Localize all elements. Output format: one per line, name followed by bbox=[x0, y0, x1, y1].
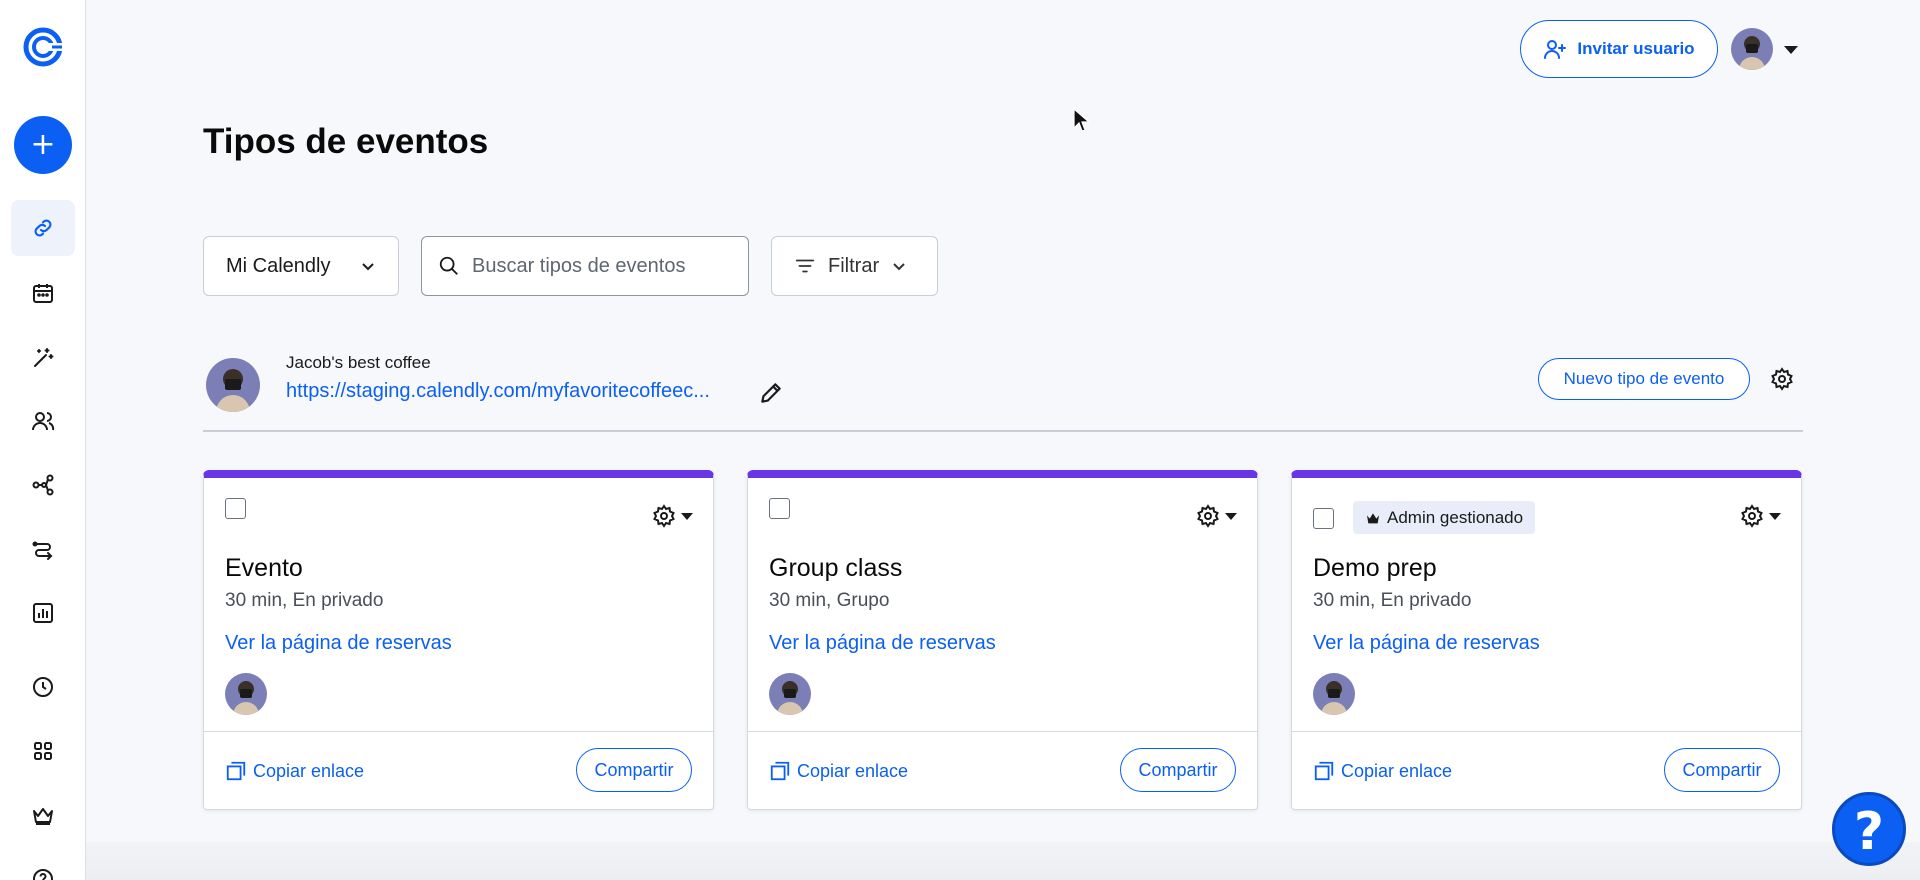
sidebar: + bbox=[0, 0, 86, 880]
gear-icon[interactable] bbox=[1740, 504, 1764, 528]
card-title: Demo prep bbox=[1313, 554, 1437, 582]
account-menu-caret-icon[interactable] bbox=[1784, 46, 1798, 54]
sidebar-item-help[interactable] bbox=[11, 851, 75, 880]
bottom-fade bbox=[86, 842, 1920, 880]
card-title: Group class bbox=[769, 554, 903, 582]
card-checkbox[interactable] bbox=[1313, 508, 1334, 529]
card-footer-divider bbox=[204, 731, 713, 732]
copy-link-button[interactable]: Copiar enlace bbox=[225, 760, 364, 782]
filter-icon bbox=[795, 259, 815, 273]
gear-icon[interactable] bbox=[652, 504, 676, 528]
copy-link-label: Copiar enlace bbox=[797, 760, 909, 781]
view-booking-page-link[interactable]: Ver la página de reservas bbox=[225, 632, 452, 655]
copy-link-button[interactable]: Copiar enlace bbox=[1313, 760, 1452, 782]
crown-icon bbox=[33, 808, 53, 825]
view-booking-page-link[interactable]: Ver la página de reservas bbox=[1313, 632, 1540, 655]
profile-name: Jacob's best coffee bbox=[286, 353, 431, 372]
avatar-photo-icon bbox=[206, 358, 260, 412]
share-button[interactable]: Compartir bbox=[576, 748, 692, 792]
profile-link[interactable]: https://staging.calendly.com/myfavoritec… bbox=[286, 380, 710, 403]
badge-label: Admin gestionado bbox=[1387, 507, 1524, 527]
event-type-card[interactable]: Admin gestionado Demo prep 30 min, En pr… bbox=[1291, 470, 1802, 810]
search-icon bbox=[439, 256, 458, 275]
search-input[interactable] bbox=[472, 254, 712, 278]
link-icon bbox=[34, 219, 52, 237]
invite-user-button[interactable]: Invitar usuario bbox=[1520, 20, 1718, 78]
gear-icon[interactable] bbox=[1196, 504, 1220, 528]
crown-icon bbox=[1367, 512, 1379, 523]
invite-user-label: Invitar usuario bbox=[1577, 39, 1695, 58]
sidebar-item-analytics[interactable] bbox=[11, 585, 75, 641]
event-type-card[interactable]: Evento 30 min, En privado Ver la página … bbox=[203, 470, 714, 810]
sidebar-item-meetings[interactable] bbox=[11, 265, 75, 321]
copy-link-button[interactable]: Copiar enlace bbox=[769, 760, 908, 782]
avatar-photo-icon bbox=[1313, 673, 1355, 715]
avatar-photo-icon bbox=[769, 673, 811, 715]
avatar-photo-icon bbox=[225, 673, 267, 715]
card-meta: 30 min, En privado bbox=[225, 590, 384, 611]
card-meta: 30 min, En privado bbox=[1313, 590, 1472, 611]
sidebar-item-ai[interactable] bbox=[11, 330, 75, 386]
caret-down-icon[interactable] bbox=[1225, 513, 1237, 520]
gear-icon[interactable] bbox=[1770, 367, 1794, 391]
host-avatar bbox=[225, 673, 267, 715]
card-footer-divider bbox=[748, 731, 1257, 732]
profile-avatar bbox=[206, 358, 260, 412]
magic-wand-icon bbox=[34, 348, 54, 367]
card-title: Evento bbox=[225, 554, 303, 582]
copy-icon bbox=[770, 761, 790, 781]
sidebar-item-routing[interactable] bbox=[11, 521, 75, 577]
routing-icon bbox=[32, 541, 53, 560]
workflow-icon bbox=[32, 474, 54, 496]
new-event-type-button[interactable]: Nuevo tipo de evento bbox=[1538, 358, 1750, 400]
share-button[interactable]: Compartir bbox=[1664, 748, 1780, 792]
admin-managed-badge: Admin gestionado bbox=[1353, 501, 1536, 534]
copy-link-label: Copiar enlace bbox=[1341, 760, 1453, 781]
card-checkbox[interactable] bbox=[225, 498, 246, 519]
sidebar-item-event-types[interactable] bbox=[11, 200, 75, 256]
sidebar-item-workflows[interactable] bbox=[11, 457, 75, 513]
caret-down-icon[interactable] bbox=[681, 513, 693, 520]
help-button[interactable]: ? bbox=[1832, 792, 1906, 866]
copy-link-label: Copiar enlace bbox=[253, 760, 365, 781]
analytics-icon bbox=[33, 603, 53, 623]
share-button[interactable]: Compartir bbox=[1120, 748, 1236, 792]
avatar-photo-icon bbox=[1731, 28, 1773, 70]
section-divider bbox=[203, 430, 1803, 432]
filter-label: Filtrar bbox=[828, 254, 880, 277]
card-checkbox[interactable] bbox=[769, 498, 790, 519]
page-title: Tipos de eventos bbox=[203, 122, 489, 161]
sidebar-item-availability[interactable] bbox=[11, 659, 75, 715]
copy-icon bbox=[226, 761, 246, 781]
caret-down-icon[interactable] bbox=[1769, 513, 1781, 520]
host-avatar bbox=[769, 673, 811, 715]
sidebar-item-contacts[interactable] bbox=[11, 393, 75, 449]
help-circle-icon bbox=[33, 869, 53, 880]
sidebar-item-admin[interactable] bbox=[11, 787, 75, 843]
card-footer-divider bbox=[1292, 731, 1801, 732]
pencil-icon[interactable] bbox=[758, 380, 784, 406]
host-avatar bbox=[1313, 673, 1355, 715]
copy-icon bbox=[1314, 761, 1334, 781]
owner-select[interactable]: Mi Calendly bbox=[203, 236, 399, 296]
calendly-logo-icon[interactable] bbox=[22, 26, 64, 68]
create-button[interactable]: + bbox=[14, 116, 72, 174]
users-icon bbox=[32, 412, 55, 431]
clock-icon bbox=[33, 677, 53, 697]
app-root: + Invitar usuario Tipos de eventos Mi Ca… bbox=[0, 0, 1920, 880]
view-booking-page-link[interactable]: Ver la página de reservas bbox=[769, 632, 996, 655]
chevron-down-icon bbox=[893, 263, 905, 271]
event-type-card[interactable]: Group class 30 min, Grupo Ver la página … bbox=[747, 470, 1258, 810]
user-avatar[interactable] bbox=[1731, 28, 1773, 70]
calendar-icon bbox=[33, 284, 53, 303]
apps-icon bbox=[34, 742, 52, 760]
filter-button[interactable]: Filtrar bbox=[771, 236, 938, 296]
mouse-cursor-icon bbox=[1073, 108, 1091, 132]
sidebar-item-integrations[interactable] bbox=[11, 723, 75, 779]
search-field[interactable] bbox=[421, 236, 749, 296]
owner-select-value: Mi Calendly bbox=[226, 254, 331, 277]
card-meta: 30 min, Grupo bbox=[769, 590, 890, 611]
chevron-down-icon bbox=[362, 263, 374, 271]
add-user-icon bbox=[1544, 40, 1567, 59]
